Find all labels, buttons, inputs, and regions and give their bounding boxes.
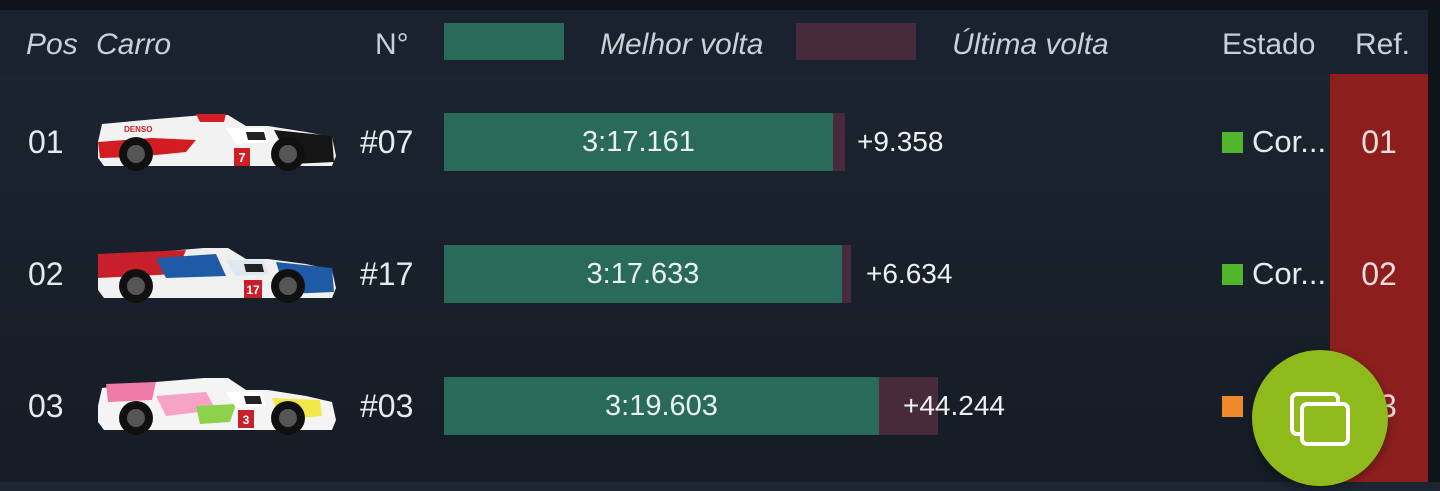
smp-racing-lmp1-car-icon: 17	[96, 244, 338, 304]
ref-position: 01	[1361, 124, 1397, 160]
car-number: #17	[360, 256, 414, 292]
table-row[interactable]: 01 7 DENSO DENSO #07 3:17.161 +9.358 Cor…	[0, 76, 1428, 208]
header-last-lap: Última volta	[952, 28, 1109, 61]
last-lap-delta-bar	[833, 113, 845, 171]
rebellion-lmp1-car-icon: 3	[96, 376, 338, 436]
table-header: Pos Carro N° Melhor volta Última volta E…	[0, 10, 1428, 74]
svg-text:3: 3	[243, 413, 250, 427]
last-lap-delta-bar	[842, 245, 851, 303]
best-lap-time: 3:17.161	[444, 113, 833, 171]
status-indicator	[1222, 396, 1243, 417]
windows-overlay-icon	[1290, 392, 1350, 446]
best-lap-legend-swatch	[444, 23, 564, 60]
car-number: #03	[360, 388, 414, 424]
best-lap-time: 3:17.633	[444, 245, 842, 303]
svg-text:7: 7	[238, 150, 245, 165]
ref-position: 02	[1361, 256, 1397, 292]
scrollbar[interactable]	[1428, 0, 1440, 482]
position: 02	[28, 256, 64, 292]
table-row[interactable]: 02 17 #17 3:17.633 +6.634 Cor... 02	[0, 208, 1428, 340]
gap: +44.244	[903, 390, 1005, 421]
header-pos: Pos	[26, 28, 78, 61]
svg-text:DENSO: DENSO	[156, 145, 181, 152]
gap: +6.634	[866, 258, 953, 289]
header-state: Estado	[1222, 28, 1316, 61]
windows-overlay-button[interactable]	[1252, 350, 1388, 486]
status-indicator	[1222, 264, 1243, 285]
position: 01	[28, 124, 64, 160]
best-lap-time: 3:19.603	[444, 377, 879, 435]
header-car: Carro	[96, 28, 172, 61]
header-ref: Ref.	[1355, 28, 1411, 61]
header-number: N°	[375, 28, 409, 61]
header-best-lap: Melhor volta	[600, 28, 764, 61]
position: 03	[28, 388, 64, 424]
status-text: Cor...	[1252, 256, 1327, 291]
gap: +9.358	[857, 126, 944, 157]
toyota-hybrid-lmp1-car-icon: 7 DENSO DENSO	[96, 112, 338, 172]
top-strip	[0, 0, 1428, 10]
status-indicator	[1222, 132, 1243, 153]
status-text: Cor...	[1252, 124, 1327, 159]
svg-text:17: 17	[246, 283, 260, 297]
last-lap-legend-swatch	[796, 23, 916, 60]
table-row[interactable]: 03 3 #03 3:19.603 +44.244 03	[0, 340, 1428, 472]
car-number: #07	[360, 124, 414, 160]
svg-text:DENSO: DENSO	[124, 125, 152, 134]
